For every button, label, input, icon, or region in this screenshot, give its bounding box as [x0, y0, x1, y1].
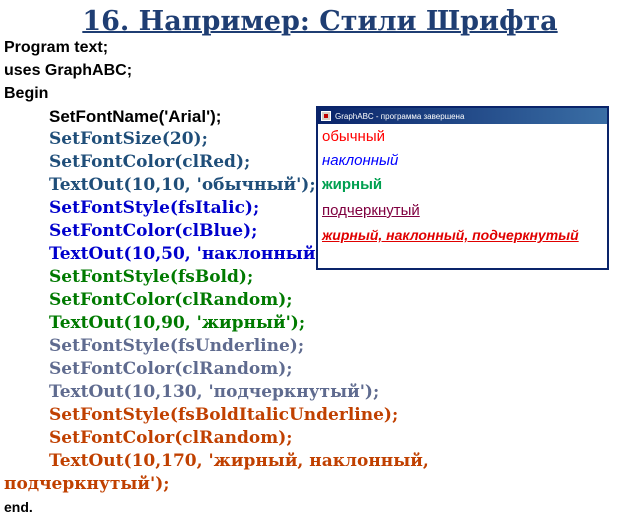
- code-line: SetFontStyle(fsBoldItalicUnderline);: [49, 405, 399, 425]
- code-line: end.: [4, 499, 33, 515]
- code-line: подчеркнутый');: [4, 474, 170, 494]
- window-canvas: обычный наклонный жирный подчеркнутый жи…: [318, 124, 607, 266]
- code-line: Program text;: [4, 39, 109, 56]
- output-text-bold-italic-underline: жирный, наклонный, подчеркнутый: [322, 227, 579, 243]
- code-line: SetFontStyle(fsUnderline);: [49, 336, 305, 356]
- code-line: TextOut(10,130, 'подчеркнутый');: [49, 382, 380, 402]
- code-line: uses GraphABC;: [4, 62, 133, 79]
- output-text-normal: обычный: [322, 128, 385, 145]
- graphabc-window[interactable]: GraphABC - программа завершена обычный н…: [316, 106, 609, 270]
- code-line: SetFontColor(clRandom);: [49, 290, 293, 310]
- code-line: TextOut(10,90, 'жирный');: [49, 313, 306, 333]
- code-line: TextOut(10,170, 'жирный, наклонный,: [49, 451, 429, 471]
- code-line: SetFontColor(clRandom);: [49, 428, 293, 448]
- output-text-underline: подчеркнутый: [322, 202, 420, 219]
- slide-title: 16. Например: Стили Шрифта: [82, 6, 558, 37]
- output-text-italic: наклонный: [322, 152, 399, 169]
- window-title-bar[interactable]: GraphABC - программа завершена: [318, 108, 607, 124]
- output-text-bold: жирный: [322, 176, 383, 193]
- code-line: Begin: [4, 85, 49, 102]
- code-line: SetFontColor(clRandom);: [49, 359, 293, 379]
- window-title: GraphABC - программа завершена: [335, 111, 465, 121]
- app-icon: [321, 111, 331, 121]
